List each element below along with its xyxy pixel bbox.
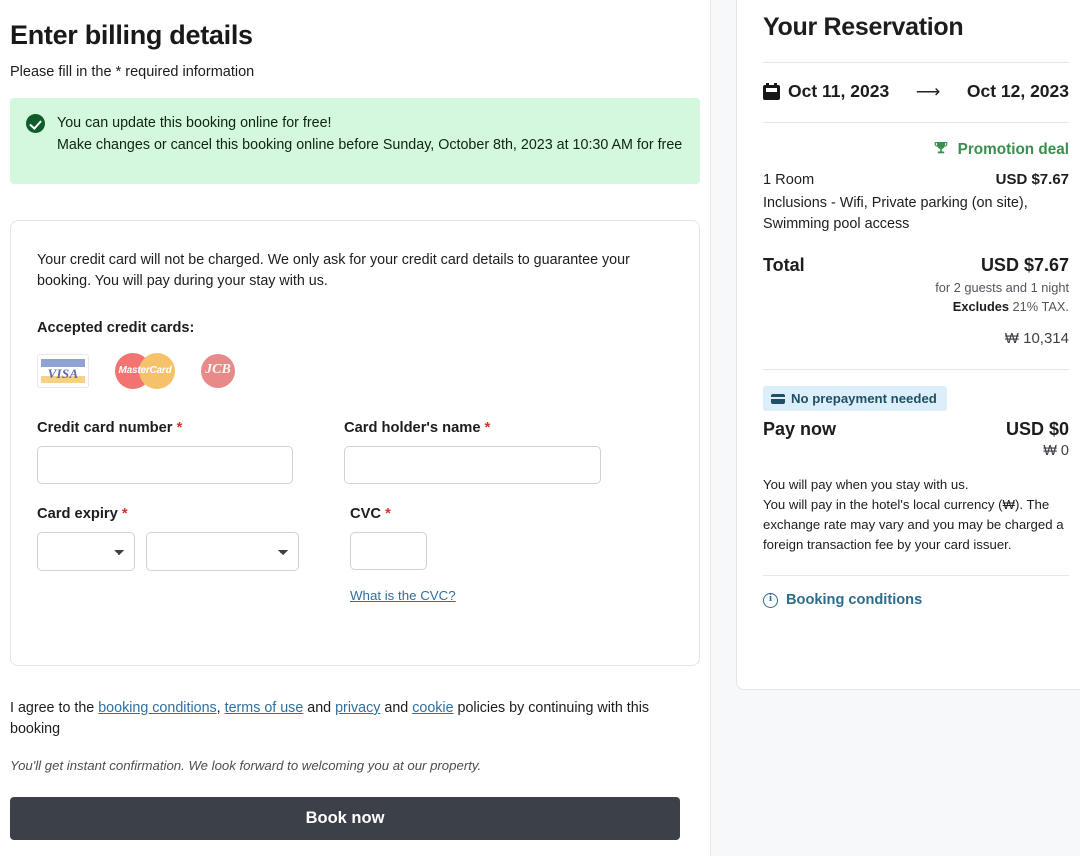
alert-line-2: Make changes or cancel this booking onli…: [57, 137, 683, 153]
agreement-sep-3: and: [380, 700, 413, 716]
agreement-text: I agree to the booking conditions, terms…: [10, 698, 675, 740]
booking-conditions-link[interactable]: booking conditions: [98, 700, 216, 716]
required-marker: *: [121, 506, 128, 522]
total-label: Total: [763, 255, 805, 275]
agreement-sep-2: and: [303, 700, 336, 716]
card-number-label: Credit card number *: [37, 420, 293, 436]
privacy-link[interactable]: privacy: [335, 700, 380, 716]
payment-note: You will pay when you stay with us. You …: [763, 475, 1069, 555]
billing-form-column: Enter billing details Please fill in the…: [0, 0, 710, 856]
page-title: Enter billing details: [10, 20, 253, 50]
room-price-row: 1 Room USD $7.67: [763, 171, 1069, 188]
no-prepayment-badge: No prepayment needed: [763, 386, 947, 411]
room-label: 1 Room: [763, 172, 815, 188]
booking-conditions-label: Booking conditions: [786, 592, 923, 608]
info-icon: [763, 592, 778, 608]
agreement-sep-1: ,: [216, 700, 225, 716]
holder-name-label: Card holder's name *: [344, 420, 601, 436]
card-expiry-selects: [37, 532, 299, 571]
credit-card-panel: Your credit card will not be charged. We…: [10, 220, 700, 666]
reservation-panel: Your Reservation Oct 11, 2023 ⟶ Oct 12, …: [736, 0, 1080, 690]
holder-name-label-text: Card holder's name: [344, 420, 481, 436]
tax-note: Excludes 21% TAX.: [763, 299, 1069, 314]
pay-now-row: Pay now USD $0: [763, 419, 1069, 440]
pay-now-label: Pay now: [763, 419, 837, 439]
divider: [763, 122, 1069, 123]
visa-logo-text: VISA: [47, 366, 79, 381]
calendar-icon: [763, 83, 780, 100]
divider: [763, 575, 1069, 576]
total-krw: ₩ 10,314: [1004, 330, 1069, 347]
holder-name-input[interactable]: [344, 446, 601, 484]
alert-line-1: You can update this booking online for f…: [57, 115, 332, 131]
promotion-deal-badge: Promotion deal: [763, 141, 1069, 159]
page-subtitle: Please fill in the * required informatio…: [10, 64, 255, 80]
required-marker: *: [385, 506, 391, 522]
expiry-month-select[interactable]: [37, 532, 135, 571]
cvc-field-group: CVC * What is the CVC?: [350, 506, 456, 605]
card-number-input[interactable]: [37, 446, 293, 484]
required-marker: *: [176, 420, 183, 436]
jcb-logo: JCB: [201, 353, 235, 389]
accepted-cards-label: Accepted credit cards:: [37, 320, 195, 336]
total-row: Total USD $7.67: [763, 255, 1069, 276]
room-price: USD $7.67: [995, 171, 1069, 188]
date-arrow-icon: ⟶: [915, 81, 941, 101]
instant-confirmation-note: You'll get instant confirmation. We look…: [10, 758, 482, 773]
terms-of-use-link[interactable]: terms of use: [225, 700, 304, 716]
tax-note-bold: Excludes: [952, 299, 1009, 314]
card-number-field-group: Credit card number *: [37, 420, 293, 484]
alert-text: You can update this booking online for f…: [57, 112, 682, 156]
check-circle-icon: [26, 114, 45, 133]
guests-nights-note: for 2 guests and 1 night: [935, 280, 1069, 295]
payment-note-line-1: You will pay when you stay with us.: [763, 477, 969, 492]
pay-now-krw: ₩ 0: [1043, 443, 1069, 459]
payment-note-line-2: You will pay in the hotel's local curren…: [763, 497, 1064, 552]
holder-name-field-group: Card holder's name *: [344, 420, 601, 484]
cvc-help-link[interactable]: What is the CVC?: [350, 588, 456, 603]
cvc-input[interactable]: [350, 532, 427, 570]
accepted-cards-logos: VISA MasterCard JCB: [37, 352, 673, 390]
checkout-date: Oct 12, 2023: [966, 81, 1069, 101]
booking-conditions-row[interactable]: Booking conditions: [763, 592, 1069, 608]
book-now-button[interactable]: Book now: [10, 797, 680, 840]
reservation-title: Your Reservation: [763, 13, 964, 41]
no-prepayment-label: No prepayment needed: [791, 391, 937, 406]
card-expiry-field-group: Card expiry *: [37, 506, 299, 605]
trophy-icon: [935, 142, 948, 154]
expiry-year-select[interactable]: [146, 532, 299, 571]
reservation-dates: Oct 11, 2023 ⟶ Oct 12, 2023: [763, 81, 1069, 102]
cvc-label: CVC *: [350, 506, 456, 522]
card-fields-row-1: Credit card number * Card holder's name …: [37, 420, 673, 484]
mastercard-logo-text: MasterCard: [118, 365, 172, 376]
inclusions-text: Inclusions - Wifi, Private parking (on s…: [763, 195, 1028, 232]
card-expiry-label-text: Card expiry: [37, 506, 118, 522]
mastercard-logo: MasterCard: [115, 353, 175, 389]
billing-page: Enter billing details Please fill in the…: [0, 0, 1080, 856]
agreement-part-1: I agree to the: [10, 700, 99, 716]
promotion-deal-label: Promotion deal: [957, 141, 1069, 158]
card-number-label-text: Credit card number: [37, 420, 173, 436]
cookie-link[interactable]: cookie: [412, 700, 453, 716]
tax-note-rest: 21% TAX.: [1009, 299, 1069, 314]
required-marker: *: [484, 420, 491, 436]
visa-logo: VISA: [37, 354, 89, 388]
card-fields-row-2: Card expiry * CVC * What is the CVC?: [37, 506, 673, 605]
jcb-logo-text: JCB: [205, 362, 231, 377]
pay-now-price: USD $0: [1005, 419, 1069, 439]
credit-card-note: Your credit card will not be charged. We…: [37, 252, 630, 289]
divider: [763, 369, 1069, 370]
checkin-date: Oct 11, 2023: [788, 81, 890, 101]
divider: [763, 62, 1069, 63]
total-price: USD $7.67: [980, 255, 1069, 275]
card-expiry-label: Card expiry *: [37, 506, 299, 522]
cvc-label-text: CVC: [350, 506, 382, 522]
credit-card-icon: [771, 393, 785, 404]
free-update-alert: You can update this booking online for f…: [10, 98, 700, 184]
